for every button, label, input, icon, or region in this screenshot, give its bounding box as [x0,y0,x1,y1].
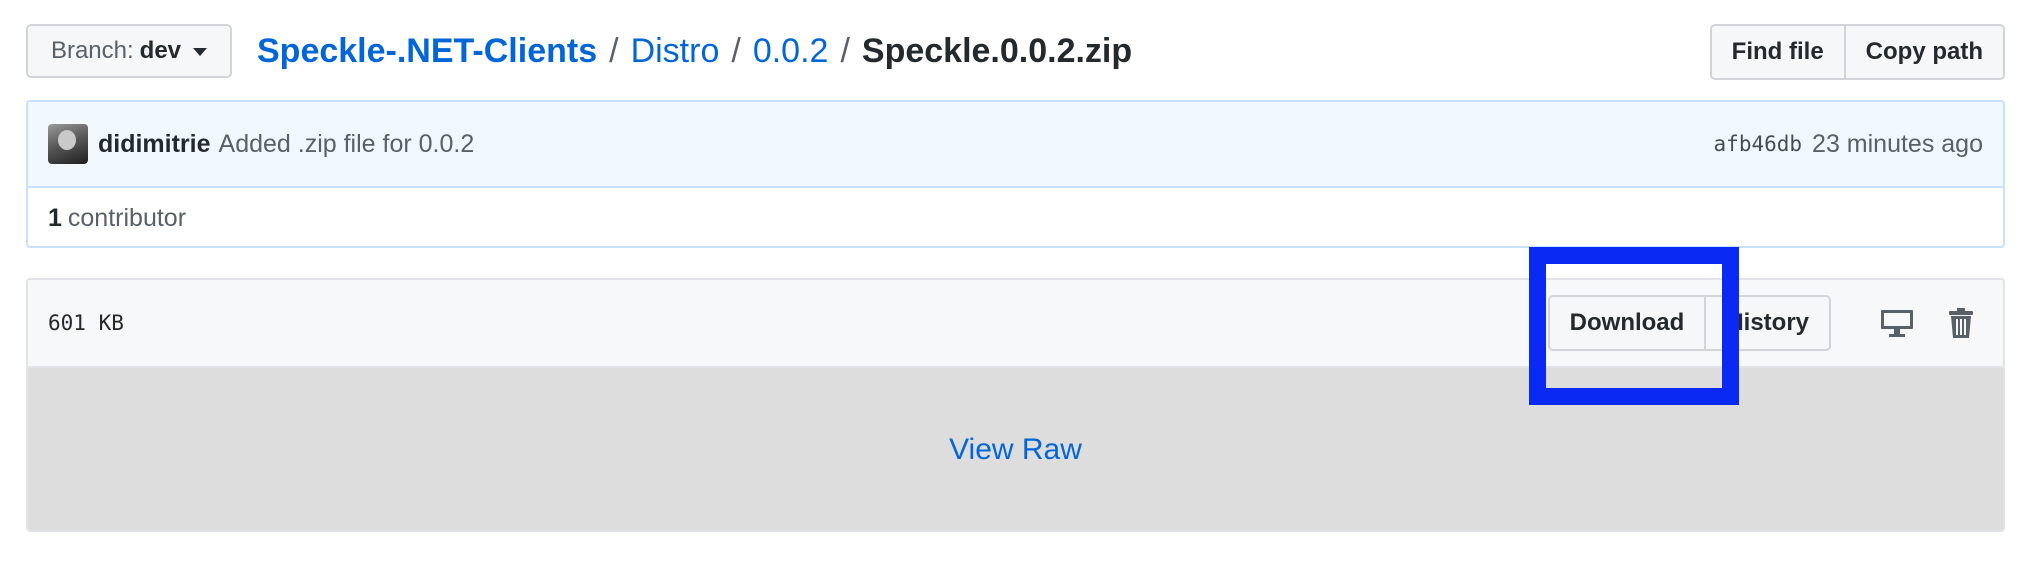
branch-select-button[interactable]: Branch: dev [26,24,232,78]
breadcrumb-file-name: Speckle.0.0.2.zip [861,31,1133,70]
contributors-summary[interactable]: 1 contributor [28,188,2003,246]
commit-sha-link[interactable]: afb46db [1714,132,1803,156]
commit-time: 23 minutes ago [1812,129,1983,158]
copy-path-button[interactable]: Copy path [1843,26,2003,78]
commit-author-link[interactable]: didimitrie [98,130,211,159]
breadcrumb-repo-link[interactable]: Speckle-.NET-Clients [257,32,597,71]
commit-meta: afb46db 23 minutes ago [1714,130,1983,159]
commit-tease: didimitrie Added .zip file for 0.0.2 afb… [28,102,2003,188]
file-preview-area: View Raw [28,368,2003,530]
branch-label: Branch: [50,37,134,64]
file-button-group: Download History [1547,295,1831,351]
file-actions: Download History [1547,295,1983,351]
file-path-actions: Find file Copy path [1709,24,2005,80]
contributor-label: contributor [67,203,187,232]
chevron-down-icon [193,48,208,56]
breadcrumb-distro-link[interactable]: Distro [631,32,720,71]
file-viewer: 601 KB Download History View Raw [26,278,2005,532]
desktop-icon[interactable] [1875,301,1919,345]
breadcrumb: Speckle-.NET-Clients / Distro / 0.0.2 / … [257,28,1132,74]
file-size: 601 KB [48,311,124,335]
download-button[interactable]: Download [1550,297,1705,349]
breadcrumb-version-link[interactable]: 0.0.2 [753,32,829,71]
find-file-button[interactable]: Find file [1712,26,1844,78]
commit-info-box: didimitrie Added .zip file for 0.0.2 afb… [26,100,2005,248]
view-raw-link[interactable]: View Raw [949,433,1082,467]
commit-message[interactable]: Added .zip file for 0.0.2 [219,130,475,159]
trash-icon[interactable] [1939,301,1983,345]
branch-name: dev [139,37,182,64]
file-header: 601 KB Download History [28,280,2003,368]
contributor-count: 1 [48,203,62,232]
history-button[interactable]: History [1704,297,1829,349]
avatar[interactable] [48,124,88,164]
breadcrumb-separator: / [609,31,619,70]
breadcrumb-separator: / [840,31,850,70]
breadcrumb-separator: / [731,31,741,70]
